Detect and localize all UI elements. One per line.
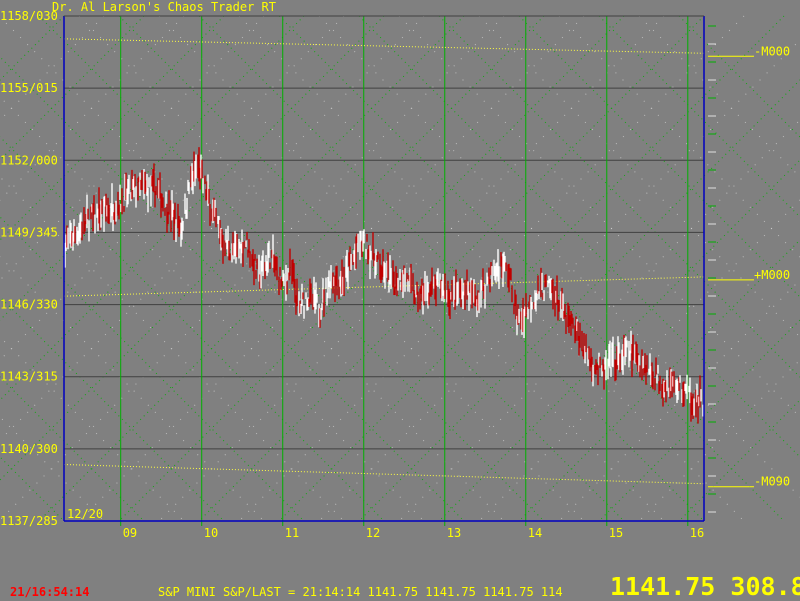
lattice-line xyxy=(0,15,465,481)
moon-lines xyxy=(63,38,705,485)
right-scale-ticks xyxy=(708,25,716,513)
lattice-line-light xyxy=(398,15,800,418)
moon-line xyxy=(63,463,705,485)
y-tick-label: 1158/030 xyxy=(0,9,58,23)
lattice-line xyxy=(438,159,800,522)
lattice-line xyxy=(118,15,625,522)
x-tick-label: 12 xyxy=(366,526,380,540)
price-bars xyxy=(64,147,704,424)
x-tick-label: 09 xyxy=(123,526,137,540)
x-tick-label: 14 xyxy=(528,526,542,540)
y-axis-labels: 1158/030 1155/015 1152/000 1149/345 1146/330… xyxy=(0,9,58,528)
clock-readout: 21/16:54:14 xyxy=(10,585,90,599)
x-tick-label: 11 xyxy=(285,526,299,540)
moon-line-labels: -M000 +M000 -M090 xyxy=(708,44,790,489)
y-tick-label: 1140/300 xyxy=(0,442,58,456)
moon-line-label: -M090 xyxy=(754,475,790,489)
y-tick-label: 1152/000 xyxy=(0,153,58,167)
x-tick-label: 13 xyxy=(447,526,461,540)
lattice-line xyxy=(118,15,625,522)
x-tick-label: 15 xyxy=(609,526,623,540)
chaos-lattice xyxy=(0,15,800,522)
lattice-line-light xyxy=(0,15,505,521)
lattice-line xyxy=(0,56,465,522)
x-tick-label: 16 xyxy=(690,526,704,540)
lattice-line-light xyxy=(398,119,800,522)
quote-ticker: S&P MINI S&P/LAST = 21:14:14 1141.75 114… xyxy=(158,585,563,599)
last-price-display: 1141.75 308.8 xyxy=(610,572,800,601)
lattice-line xyxy=(438,15,800,378)
lattice-line-light xyxy=(478,15,800,338)
price-chart[interactable]: 1158/030 1155/015 1152/000 1149/345 1146/330… xyxy=(0,0,800,600)
lattice-line xyxy=(358,15,800,458)
moon-line-label: -M000 xyxy=(754,44,790,58)
moon-line-label: +M000 xyxy=(754,268,790,282)
y-tick-label: 1155/015 xyxy=(0,81,58,95)
y-tick-label: 1146/330 xyxy=(0,298,58,312)
x-tick-label: 10 xyxy=(204,526,218,540)
lattice-line xyxy=(358,79,800,522)
lattice-line-light xyxy=(0,16,505,522)
date-label: 12/20 xyxy=(67,507,103,521)
y-tick-label: 1137/285 xyxy=(0,514,58,528)
lattice-line-light xyxy=(478,199,800,522)
y-tick-label: 1143/315 xyxy=(0,370,58,384)
y-tick-label: 1149/345 xyxy=(0,225,58,239)
